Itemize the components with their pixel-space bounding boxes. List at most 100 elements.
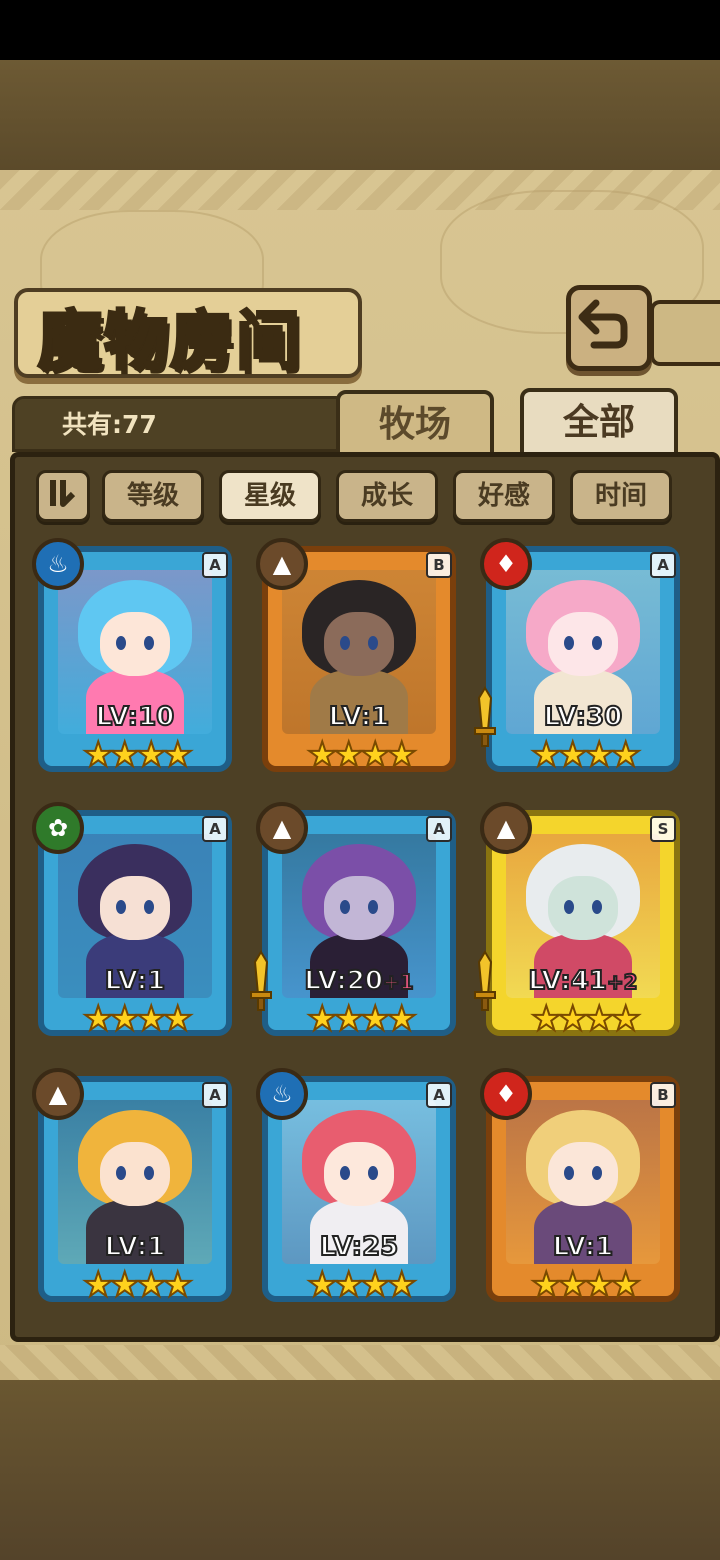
level-value: LV:1: [328, 701, 390, 733]
back-button[interactable]: [566, 285, 652, 371]
rank-badge: B: [426, 552, 452, 578]
portrait-eye: [144, 900, 154, 914]
star-rating: ★★★★: [530, 1265, 642, 1305]
rank-badge: B: [650, 1082, 676, 1108]
portrait-eye: [368, 900, 378, 914]
level-value: LV:1: [104, 1231, 166, 1263]
map-background-top: [0, 60, 720, 170]
portrait-eye: [592, 900, 602, 914]
star-rating: ★★★★: [306, 999, 418, 1039]
portrait-eye: [144, 636, 154, 650]
monster-card[interactable]: ▲ A LV:20+1 ★★★★: [250, 802, 456, 1039]
return-arrow-icon: [578, 299, 628, 349]
monster-card[interactable]: ✿ A LV:1 ★★★★: [32, 802, 232, 1039]
portrait-face: [324, 876, 394, 940]
sort-growth-button[interactable]: 成长: [336, 470, 438, 522]
portrait-eye: [116, 900, 126, 914]
portrait-eye: [340, 900, 350, 914]
star-rating: ★★★★: [306, 1265, 418, 1305]
monster-card[interactable]: ▲ S LV:41+2 ★★★★: [474, 802, 680, 1039]
rank-badge: A: [650, 552, 676, 578]
level-value: LV:1: [552, 1231, 614, 1263]
portrait-eye: [564, 1166, 574, 1180]
portrait-face: [548, 876, 618, 940]
level-label: LV:10: [38, 701, 232, 733]
level-value: LV:20: [303, 965, 384, 997]
game-screen: 魔物房间 共有:77 牧场 全部 等级 星级 成长 好感 时间 ♨ A LV:10 ★…: [0, 0, 720, 1560]
portrait-eye: [340, 1166, 350, 1180]
monster-card[interactable]: ♦ A LV:30 ★★★★: [474, 538, 680, 775]
portrait-eye: [564, 636, 574, 650]
portrait-face: [324, 612, 394, 676]
star-rating: ★★★★: [82, 735, 194, 775]
earth-element-icon: ▲: [256, 802, 308, 854]
portrait-eye: [340, 636, 350, 650]
portrait-eye: [144, 1166, 154, 1180]
level-label: LV:25: [262, 1231, 456, 1263]
monster-card[interactable]: ♦ B LV:1 ★★★★: [480, 1068, 680, 1305]
portrait-eye: [368, 1166, 378, 1180]
level-label: LV:41+2: [486, 965, 680, 997]
level-bonus: +1: [382, 969, 415, 995]
sort-order-toggle[interactable]: [36, 470, 90, 522]
portrait-eye: [592, 1166, 602, 1180]
earth-element-icon: ▲: [256, 538, 308, 590]
earth-element-icon: ▲: [480, 802, 532, 854]
portrait-eye: [368, 636, 378, 650]
portrait-face: [548, 1142, 618, 1206]
fire-element-icon: ♦: [480, 538, 532, 590]
portrait-face: [100, 876, 170, 940]
level-value: LV:10: [95, 701, 176, 733]
water-element-icon: ♨: [32, 538, 84, 590]
monster-count: 共有:77: [62, 410, 157, 439]
portrait-eye: [116, 1166, 126, 1180]
rank-badge: A: [426, 816, 452, 842]
level-value: LV:1: [104, 965, 166, 997]
portrait-eye: [564, 900, 574, 914]
sort-star-button[interactable]: 星级: [219, 470, 321, 522]
level-label: LV:30: [486, 701, 680, 733]
level-value: LV:41: [527, 965, 608, 997]
portrait-eye: [592, 636, 602, 650]
star-rating: ★★★★: [530, 735, 642, 775]
level-label: LV:1: [38, 965, 232, 997]
rank-badge: S: [650, 816, 676, 842]
map-background-bottom: [0, 1380, 720, 1560]
back-button-extension: [650, 300, 720, 366]
water-element-icon: ♨: [256, 1068, 308, 1120]
rank-badge: A: [202, 552, 228, 578]
monster-card[interactable]: ♨ A LV:25 ★★★★: [256, 1068, 456, 1305]
tab-ranch[interactable]: 牧场: [336, 390, 494, 458]
star-rating: ★★★★: [82, 1265, 194, 1305]
level-value: LV:25: [319, 1231, 400, 1263]
level-label: LV:1: [486, 1231, 680, 1263]
star-rating: ★★★★: [530, 999, 642, 1039]
fire-element-icon: ♦: [480, 1068, 532, 1120]
level-value: LV:30: [543, 701, 624, 733]
sort-affection-button[interactable]: 好感: [453, 470, 555, 522]
portrait-face: [324, 1142, 394, 1206]
sword-icon: [474, 950, 496, 1011]
level-label: LV:20+1: [262, 965, 456, 997]
sort-level-button[interactable]: 等级: [102, 470, 204, 522]
tab-all[interactable]: 全部: [520, 388, 678, 458]
sword-icon: [474, 686, 496, 747]
monster-card[interactable]: ♨ A LV:10 ★★★★: [32, 538, 232, 775]
rank-badge: A: [426, 1082, 452, 1108]
level-label: LV:1: [262, 701, 456, 733]
portrait-face: [548, 612, 618, 676]
earth-element-icon: ▲: [32, 1068, 84, 1120]
sword-icon: [250, 950, 272, 1011]
sort-order-icon: [50, 480, 76, 507]
portrait-face: [100, 1142, 170, 1206]
monster-card[interactable]: ▲ B LV:1 ★★★★: [256, 538, 456, 775]
nature-element-icon: ✿: [32, 802, 84, 854]
parchment-edge-bottom: [0, 1345, 720, 1380]
page-title: 魔物房间: [37, 303, 302, 381]
monster-card[interactable]: ▲ A LV:1 ★★★★: [32, 1068, 232, 1305]
portrait-face: [100, 612, 170, 676]
level-label: LV:1: [38, 1231, 232, 1263]
sort-time-button[interactable]: 时间: [570, 470, 672, 522]
level-bonus: +2: [606, 969, 639, 995]
portrait-eye: [116, 636, 126, 650]
